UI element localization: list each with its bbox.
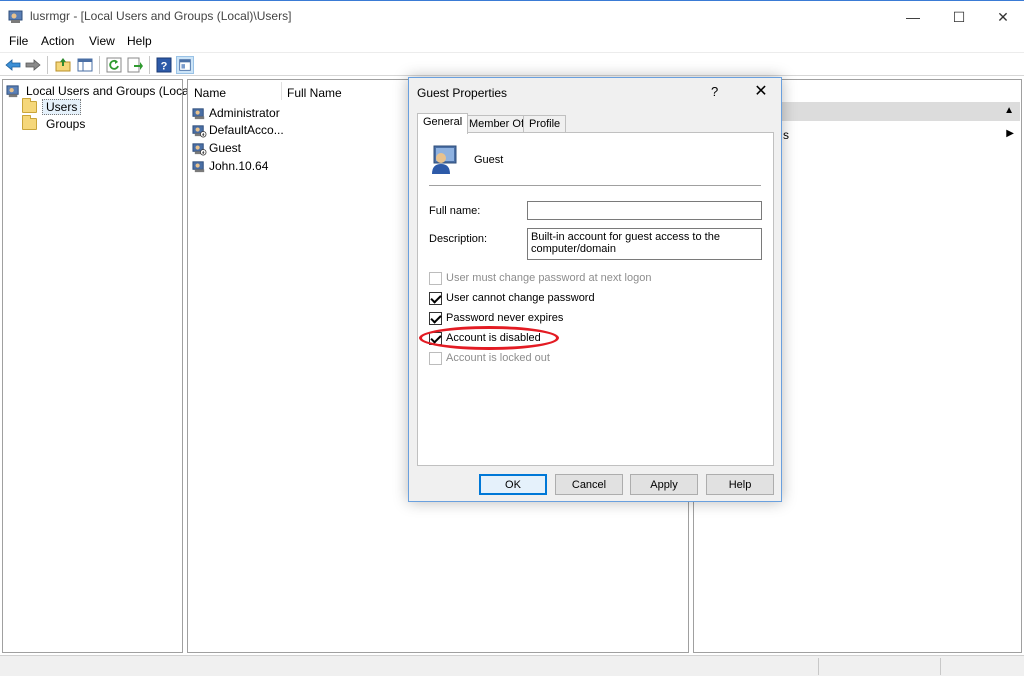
tree-item-label: Groups: [46, 117, 86, 131]
users-app-icon: [8, 10, 23, 23]
checkbox-label: Account is disabled: [446, 332, 541, 344]
collapse-up-icon[interactable]: ▲: [1004, 105, 1014, 116]
checkbox-box[interactable]: [429, 351, 442, 365]
tab-member-of[interactable]: Member Of: [463, 115, 531, 133]
column-header-full-name[interactable]: Full Name: [287, 86, 342, 100]
folder-icon: [22, 98, 37, 113]
checkbox-box[interactable]: [429, 331, 442, 345]
dialog-help-button[interactable]: ?: [711, 84, 718, 99]
maximize-button[interactable]: ☐: [936, 1, 982, 33]
cancel-button[interactable]: Cancel: [555, 474, 623, 495]
column-header-name[interactable]: Name: [194, 86, 226, 100]
show-hide-tree-icon[interactable]: [76, 56, 94, 74]
dialog-close-button[interactable]: ✕: [751, 81, 771, 101]
export-list-icon[interactable]: [126, 56, 144, 74]
checkbox-label: Password never expires: [446, 312, 564, 324]
user-icon: [192, 124, 207, 137]
checkbox-box[interactable]: [429, 311, 442, 325]
status-bar: [0, 655, 1024, 676]
list-item[interactable]: DefaultAcco...: [192, 122, 284, 138]
ok-button[interactable]: OK: [479, 474, 547, 495]
checkbox-account-locked-out[interactable]: Account is locked out: [429, 351, 550, 365]
tree-pane: Local Users and Groups (Local) Users Gro…: [2, 79, 195, 653]
tree-root-label: Local Users and Groups (Local): [26, 84, 196, 98]
user-icon: [192, 160, 205, 172]
tab-profile[interactable]: Profile: [523, 115, 567, 133]
apply-button[interactable]: Apply: [630, 474, 698, 495]
users-group-icon: [6, 84, 19, 97]
checkbox-label: User cannot change password: [446, 292, 595, 304]
header-divider: [429, 185, 761, 186]
help-button[interactable]: Help: [706, 474, 774, 495]
disabled-user-icon: [192, 142, 207, 155]
checkbox-account-disabled[interactable]: Account is disabled: [429, 331, 541, 345]
up-folder-icon[interactable]: [54, 56, 72, 74]
close-window-button[interactable]: ✕: [980, 1, 1024, 33]
user-icon: [192, 107, 205, 119]
checkbox-box[interactable]: [429, 271, 442, 285]
list-item[interactable]: Guest: [192, 140, 241, 156]
guest-properties-dialog: Guest Properties ? ✕ General Member Of P…: [408, 77, 782, 502]
toolbar: ?: [0, 52, 1024, 76]
menu-file[interactable]: File: [9, 34, 28, 48]
menu-help[interactable]: Help: [127, 34, 152, 48]
expand-right-icon[interactable]: ▶: [1006, 128, 1014, 139]
window-title: lusrmgr - [Local Users and Groups (Local…: [30, 9, 292, 23]
tree-item-label: Users: [42, 99, 82, 115]
checkbox-must-change-password[interactable]: User must change password at next logon: [429, 271, 651, 285]
menu-bar: File Action View Help: [0, 32, 1024, 52]
user-name: DefaultAcco...: [209, 123, 284, 137]
full-name-input[interactable]: [527, 201, 762, 220]
description-input[interactable]: Built-in account for guest access to the…: [527, 228, 762, 260]
description-label: Description:: [429, 233, 488, 245]
refresh-icon[interactable]: [105, 56, 123, 74]
user-icon: [432, 145, 457, 174]
menu-action[interactable]: Action: [41, 34, 74, 48]
user-name: John.10.64: [209, 159, 269, 173]
checkbox-label: Account is locked out: [446, 352, 550, 364]
tree-item-users[interactable]: Users: [22, 98, 82, 115]
dialog-title: Guest Properties: [417, 86, 508, 100]
user-name-heading: Guest: [474, 154, 504, 166]
back-arrow-icon[interactable]: [4, 56, 22, 74]
forward-arrow-icon[interactable]: [24, 56, 42, 74]
checkbox-box[interactable]: [429, 291, 442, 305]
help-icon[interactable]: ?: [155, 56, 173, 74]
menu-view[interactable]: View: [89, 34, 115, 48]
user-name: Administrator: [209, 106, 280, 120]
tree-item-groups[interactable]: Groups: [22, 115, 86, 132]
minimize-button[interactable]: —: [890, 1, 936, 33]
action-item-fragment: s: [783, 128, 789, 142]
folder-icon: [22, 115, 37, 130]
properties-icon[interactable]: [176, 56, 194, 74]
checkbox-label: User must change password at next logon: [446, 272, 652, 284]
list-item[interactable]: John.10.64: [192, 158, 268, 174]
full-name-label: Full name:: [429, 205, 481, 217]
svg-text:?: ?: [161, 61, 168, 73]
tree-root[interactable]: Local Users and Groups (Local): [6, 83, 195, 99]
user-name: Guest: [209, 141, 242, 155]
list-item[interactable]: Administrator: [192, 105, 280, 121]
checkbox-password-never-expires[interactable]: Password never expires: [429, 311, 563, 325]
title-bar: lusrmgr - [Local Users and Groups (Local…: [0, 0, 1024, 32]
checkbox-cannot-change-password[interactable]: User cannot change password: [429, 291, 595, 305]
tab-general[interactable]: General: [417, 113, 469, 134]
